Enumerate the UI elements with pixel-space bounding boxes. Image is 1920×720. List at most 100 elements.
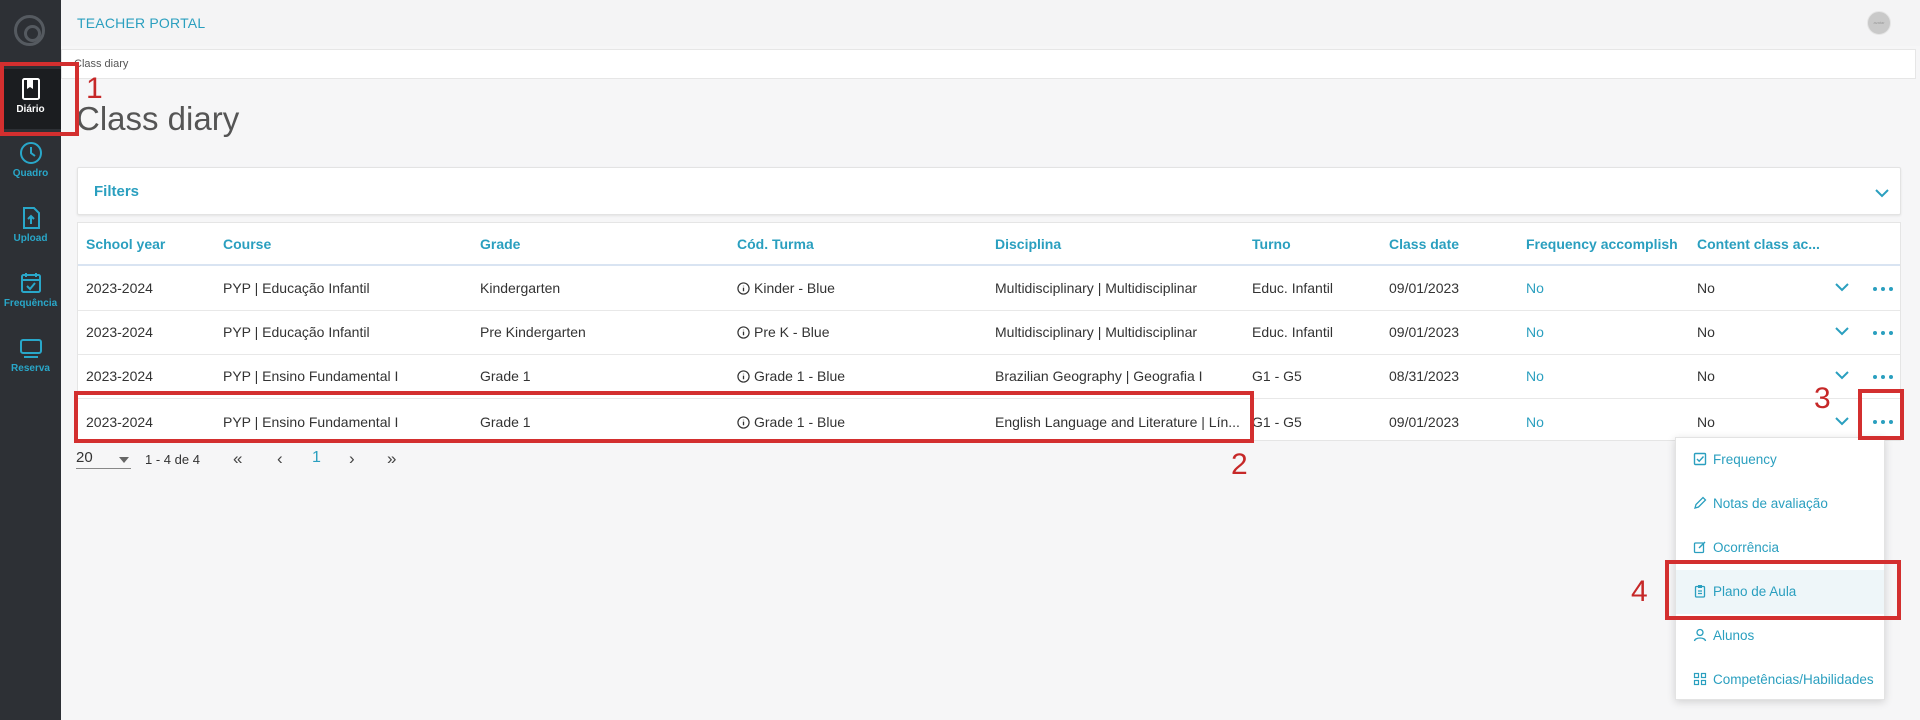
grid-icon <box>1693 672 1707 686</box>
table-header: School year Course Grade Cód. Turma Disc… <box>78 223 1900 266</box>
next-page-button[interactable]: › <box>349 449 355 469</box>
app-title: TEACHER PORTAL <box>77 15 206 31</box>
cell-class-date: 09/01/2023 <box>1389 324 1460 340</box>
cell-content-class: No <box>1697 280 1715 296</box>
sidebar-item-upload[interactable]: Upload <box>0 198 61 258</box>
chevron-down-icon[interactable] <box>1834 369 1850 381</box>
chevron-down-icon[interactable] <box>1874 188 1890 198</box>
cod-turma-text: Kinder - Blue <box>754 280 835 296</box>
sidebar-item-frequencia[interactable]: Frequência <box>0 263 61 323</box>
cell-cod-turma: Kinder - Blue <box>737 280 835 296</box>
cell-cod-turma: Pre K - Blue <box>737 324 829 340</box>
chevron-down-icon[interactable] <box>1834 325 1850 337</box>
sidebar-item-label: Upload <box>13 233 48 244</box>
column-header-turno[interactable]: Turno <box>1252 236 1291 252</box>
edit-note-icon <box>1693 541 1706 554</box>
cell-turno: G1 - G5 <box>1252 368 1302 384</box>
cell-school-year: 2023-2024 <box>86 368 153 384</box>
column-header-content-class[interactable]: Content class ac... <box>1697 236 1820 252</box>
chevron-down-icon[interactable] <box>1834 281 1850 293</box>
first-page-button[interactable]: « <box>233 449 242 469</box>
table-row[interactable]: 2023-2024 PYP | Educação Infantil Kinder… <box>78 267 1900 311</box>
info-icon[interactable] <box>737 370 750 383</box>
filters-panel[interactable]: Filters <box>77 167 1901 215</box>
cell-frequency[interactable]: No <box>1526 280 1544 296</box>
annotation-box-3 <box>1858 389 1904 440</box>
annotation-number-2: 2 <box>1231 448 1248 481</box>
cod-turma-text: Pre K - Blue <box>754 324 830 340</box>
cell-course: PYP | Ensino Fundamental I <box>223 368 399 384</box>
user-icon <box>1693 628 1707 642</box>
upload-icon <box>22 207 40 229</box>
column-header-course[interactable]: Course <box>223 236 271 252</box>
chevron-down-icon[interactable] <box>1834 415 1850 427</box>
caret-down-icon <box>119 457 129 463</box>
cell-class-date: 08/31/2023 <box>1389 368 1460 384</box>
column-header-disciplina[interactable]: Disciplina <box>995 236 1061 252</box>
sidebar-item-reserva[interactable]: Reserva <box>0 328 61 388</box>
cell-course: PYP | Educação Infantil <box>223 324 370 340</box>
sidebar-item-label: Reserva <box>11 363 50 374</box>
avatar[interactable]: avatar <box>1867 11 1891 35</box>
top-header: TEACHER PORTAL avatar <box>61 0 1920 46</box>
prev-page-button[interactable]: ‹ <box>277 449 283 469</box>
more-options-icon[interactable] <box>1873 375 1893 379</box>
cod-turma-text: Grade 1 - Blue <box>754 368 846 384</box>
logo-icon <box>14 15 45 46</box>
cell-content-class: No <box>1697 324 1715 340</box>
cell-frequency[interactable]: No <box>1526 368 1544 384</box>
more-options-icon[interactable] <box>1873 331 1893 335</box>
calendar-check-icon <box>20 273 41 293</box>
annotation-number-3: 3 <box>1814 382 1831 415</box>
cell-turno: Educ. Infantil <box>1252 280 1333 296</box>
table-row[interactable]: 2023-2024 PYP | Educação Infantil Pre Ki… <box>78 311 1900 355</box>
sidebar-item-quadro[interactable]: Quadro <box>0 133 61 193</box>
cell-disciplina: Multidisciplinary | Multidisciplinar <box>995 280 1198 296</box>
cell-class-date: 09/01/2023 <box>1389 280 1460 296</box>
menu-item-alunos[interactable]: Alunos <box>1676 614 1884 658</box>
info-icon[interactable] <box>737 326 750 339</box>
cell-grade: Pre Kindergarten <box>480 324 586 340</box>
last-page-button[interactable]: » <box>387 449 396 469</box>
annotation-number-1: 1 <box>86 72 103 105</box>
column-header-cod-turma[interactable]: Cód. Turma <box>737 236 814 252</box>
more-options-icon[interactable] <box>1873 287 1893 291</box>
monitor-icon <box>19 339 42 358</box>
cell-frequency[interactable]: No <box>1526 414 1544 430</box>
cell-content-class: No <box>1697 414 1715 430</box>
cell-frequency[interactable]: No <box>1526 324 1544 340</box>
menu-item-frequency[interactable]: Frequency <box>1676 438 1884 482</box>
annotation-box-4 <box>1665 560 1901 620</box>
menu-item-label: Frequency <box>1713 452 1777 467</box>
column-header-grade[interactable]: Grade <box>480 236 520 252</box>
pagination: 20 1 - 4 de 4 « ‹ 1 › » <box>76 449 556 471</box>
sidebar-item-label: Frequência <box>3 298 58 309</box>
cell-disciplina: Brazilian Geography | Geografia I <box>995 368 1203 384</box>
cell-school-year: 2023-2024 <box>86 324 153 340</box>
cell-class-date: 09/01/2023 <box>1389 414 1460 430</box>
page-size-select[interactable]: 20 <box>76 449 131 469</box>
breadcrumb-bar: Class diary <box>61 49 1916 79</box>
menu-item-label: Competências/Habilidades <box>1713 672 1874 687</box>
column-header-frequency[interactable]: Frequency accomplish <box>1526 236 1678 252</box>
annotation-box-1 <box>0 62 79 136</box>
cell-turno: Educ. Infantil <box>1252 324 1333 340</box>
cell-cod-turma: Grade 1 - Blue <box>737 368 845 384</box>
column-header-class-date[interactable]: Class date <box>1389 236 1459 252</box>
menu-item-notas[interactable]: Notas de avaliação <box>1676 482 1884 526</box>
menu-item-competencias[interactable]: Competências/Habilidades <box>1676 658 1884 702</box>
column-header-school-year[interactable]: School year <box>86 236 165 252</box>
cell-disciplina: Multidisciplinary | Multidisciplinar <box>995 324 1198 340</box>
breadcrumb[interactable]: Class diary <box>74 58 128 70</box>
cell-course: PYP | Educação Infantil <box>223 280 370 296</box>
annotation-box-2 <box>74 391 1254 443</box>
menu-item-label: Ocorrência <box>1713 540 1780 555</box>
page-number-1[interactable]: 1 <box>312 449 321 467</box>
clock-icon <box>19 142 42 164</box>
cell-turno: G1 - G5 <box>1252 414 1302 430</box>
cell-school-year: 2023-2024 <box>86 280 153 296</box>
filters-label: Filters <box>94 183 140 200</box>
sidebar-item-label: Quadro <box>12 168 49 179</box>
info-icon[interactable] <box>737 282 750 295</box>
page-size-value: 20 <box>76 449 93 466</box>
